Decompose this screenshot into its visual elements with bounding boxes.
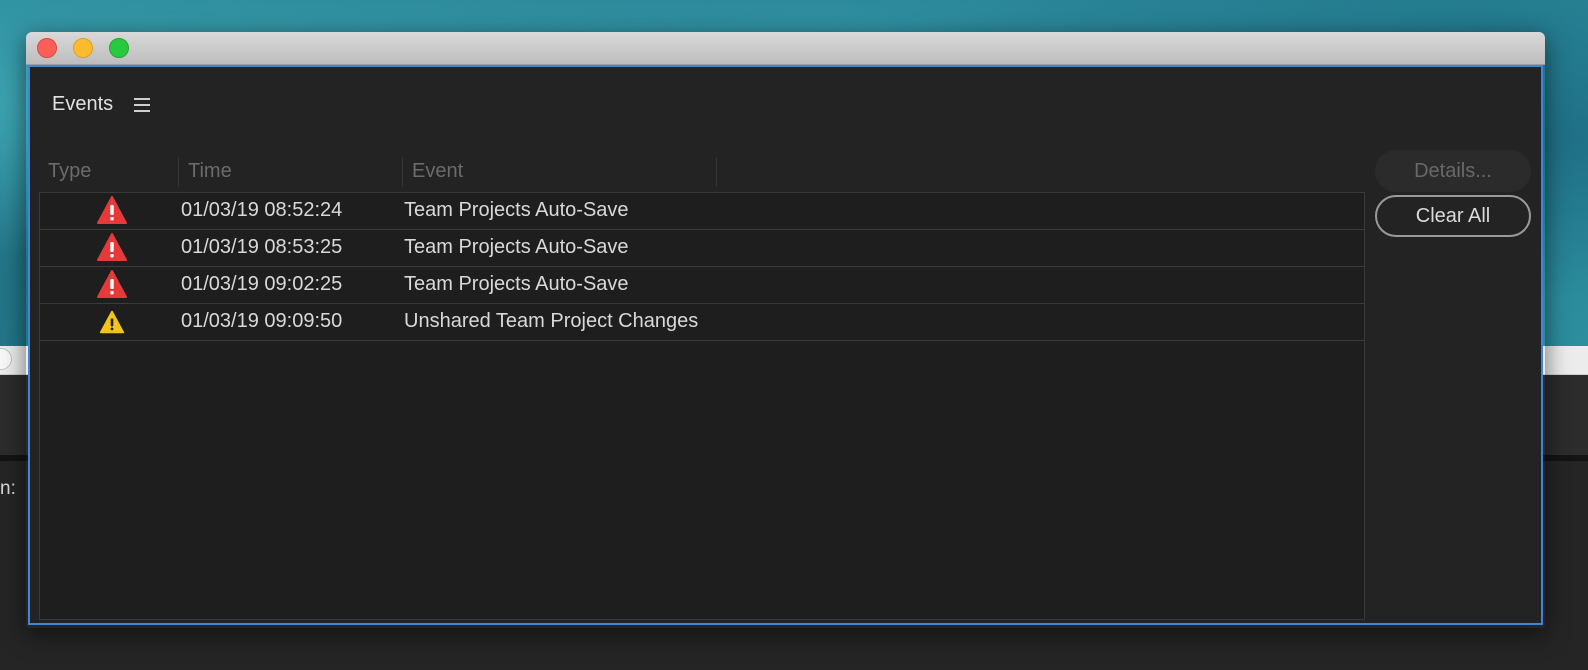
- column-header-time[interactable]: Time: [188, 160, 232, 183]
- error-warning-triangle-icon: [97, 233, 127, 261]
- table-row[interactable]: 01/03/19 08:53:25 Team Projects Auto-Sav…: [40, 230, 1364, 267]
- caution-triangle-icon: [99, 310, 125, 334]
- column-separator[interactable]: [716, 157, 717, 187]
- minimize-window-button[interactable]: [73, 38, 93, 58]
- events-panel: Events Type Time Event 01/03/19 08:52:24…: [28, 65, 1543, 625]
- table-row[interactable]: 01/03/19 08:52:24 Team Projects Auto-Sav…: [40, 193, 1364, 230]
- zoom-window-button[interactable]: [109, 38, 129, 58]
- column-header-event[interactable]: Event: [412, 160, 463, 183]
- table-row[interactable]: 01/03/19 09:02:25 Team Projects Auto-Sav…: [40, 267, 1364, 304]
- error-warning-triangle-icon: [97, 270, 127, 298]
- details-button[interactable]: Details...: [1375, 150, 1531, 192]
- hamburger-menu-icon[interactable]: [134, 98, 150, 112]
- event-time: 01/03/19 09:02:25: [181, 273, 343, 295]
- error-warning-triangle-icon: [97, 196, 127, 224]
- events-table: 01/03/19 08:52:24 Team Projects Auto-Sav…: [39, 192, 1365, 620]
- clear-all-button[interactable]: Clear All: [1375, 195, 1531, 237]
- event-name: Team Projects Auto-Save: [404, 236, 629, 258]
- event-time: 01/03/19 09:09:50: [181, 310, 343, 332]
- close-window-button[interactable]: [37, 38, 57, 58]
- event-name: Team Projects Auto-Save: [404, 273, 629, 295]
- window-titlebar[interactable]: [26, 32, 1545, 65]
- column-separator[interactable]: [178, 157, 179, 187]
- table-row[interactable]: 01/03/19 09:09:50 Unshared Team Project …: [40, 304, 1364, 341]
- column-header-type[interactable]: Type: [48, 160, 91, 183]
- column-separator[interactable]: [402, 157, 403, 187]
- events-window: Events Type Time Event 01/03/19 08:52:24…: [26, 32, 1545, 628]
- background-app-text: n:: [0, 478, 16, 499]
- panel-title: Events: [52, 93, 114, 115]
- event-name: Unshared Team Project Changes: [404, 310, 699, 332]
- event-time: 01/03/19 08:52:24: [181, 199, 343, 221]
- event-time: 01/03/19 08:53:25: [181, 236, 343, 258]
- event-name: Team Projects Auto-Save: [404, 199, 629, 221]
